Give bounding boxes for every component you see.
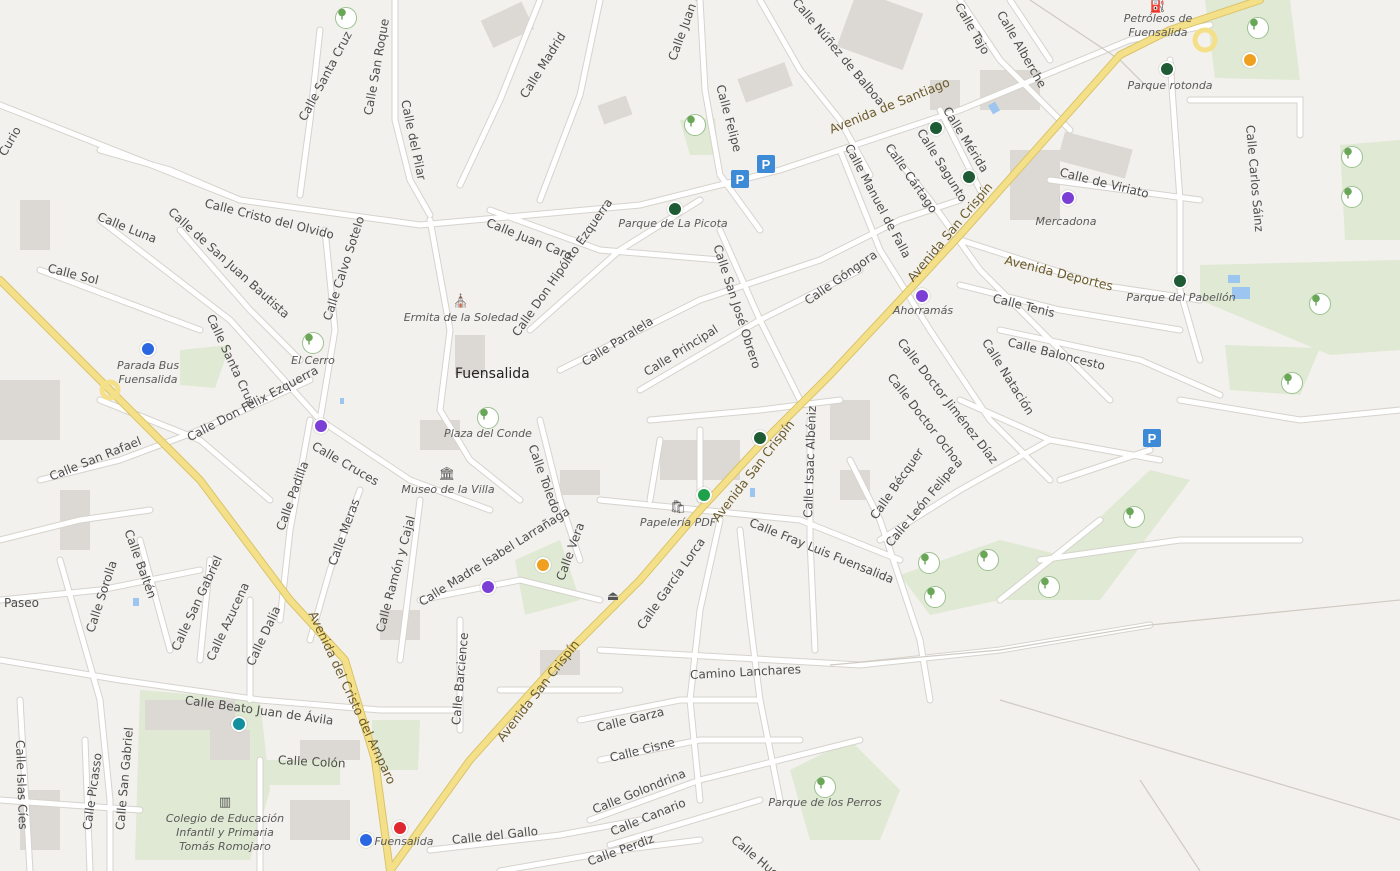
- poi-label: Museo de la Villa: [401, 483, 495, 496]
- park-tree-icon[interactable]: [1123, 506, 1145, 528]
- poi-label: Parque de La Picota: [618, 217, 728, 230]
- school-icon[interactable]: ▥: [217, 794, 233, 810]
- marker-parada-bus[interactable]: [140, 341, 156, 357]
- park-tree-icon[interactable]: [684, 114, 706, 136]
- park-tree-icon[interactable]: [335, 7, 357, 29]
- poi-label: Fuensalida: [374, 835, 434, 848]
- parking-icon[interactable]: P: [731, 170, 749, 188]
- poi-label: Parque del Pabellón: [1126, 291, 1236, 304]
- shop-icon[interactable]: 🛍: [670, 499, 687, 515]
- poi-label: Parque de los Perros: [768, 796, 882, 809]
- marker-purple-madre[interactable]: [480, 579, 496, 595]
- park-tree-icon[interactable]: [1309, 293, 1331, 315]
- parking-icon[interactable]: P: [757, 155, 775, 173]
- museum-icon[interactable]: 🏛: [439, 466, 456, 482]
- marker-papeleria[interactable]: [696, 487, 712, 503]
- marker-fuensalida-red[interactable]: [392, 820, 408, 836]
- marker-ahorramas[interactable]: [914, 288, 930, 304]
- parking-icon[interactable]: P: [1143, 429, 1161, 447]
- park-tree-icon[interactable]: [1038, 576, 1060, 598]
- marker-orange-vera[interactable]: [535, 557, 551, 573]
- chapel-icon[interactable]: ⛪: [453, 293, 469, 309]
- marker-orange-ne[interactable]: [1242, 52, 1258, 68]
- marker-fuensalida-blue[interactable]: [358, 832, 374, 848]
- fuel-icon[interactable]: ⛽: [1150, 0, 1166, 14]
- poi-label: Parada Bus Fuensalida: [116, 359, 180, 386]
- marker-park-merida[interactable]: [961, 169, 977, 185]
- park-tree-icon[interactable]: [1247, 17, 1269, 39]
- poi-label: Papelería PDF: [639, 516, 717, 529]
- poi-label: Parque rotonda: [1127, 79, 1213, 92]
- park-tree-icon[interactable]: [1341, 186, 1363, 208]
- park-tree-icon[interactable]: [924, 586, 946, 608]
- tracks: [829, 0, 1400, 871]
- poi-label: Mercadona: [1035, 215, 1097, 228]
- marker-parque-picota[interactable]: [667, 201, 683, 217]
- marker-parque-rotonda[interactable]: [1159, 61, 1175, 77]
- poi-label: Colegio de Educación Infantil y Primaria…: [165, 812, 285, 853]
- marker-parque-pabellon[interactable]: [1172, 273, 1188, 289]
- marker-park-avenida[interactable]: [752, 430, 768, 446]
- park-tree-icon[interactable]: [977, 549, 999, 571]
- poi-label: Ahorramás: [892, 304, 954, 317]
- marker-mercadona[interactable]: [1060, 190, 1076, 206]
- park-tree-icon[interactable]: [477, 407, 499, 429]
- marker-purple-cruces[interactable]: [313, 418, 329, 434]
- park-tree-icon[interactable]: [1341, 146, 1363, 168]
- park-tree-icon[interactable]: [918, 552, 940, 574]
- poi-label: Petróleos de Fuensalida: [1123, 12, 1193, 39]
- street-label: Paseo: [4, 596, 40, 610]
- park-tree-icon[interactable]: [814, 776, 836, 798]
- park-tree-icon[interactable]: [302, 332, 324, 354]
- poi-label: Ermita de la Soledad: [403, 311, 519, 324]
- marker-park-santiago[interactable]: [928, 120, 944, 136]
- marker-teal-colegio[interactable]: [231, 716, 247, 732]
- town-label: Fuensalida: [455, 366, 530, 382]
- map-canvas[interactable]: Calle Santa Cruz Calle San Roque Calle del…: [0, 0, 1400, 871]
- bus-stop-icon[interactable]: ⏏: [605, 588, 621, 604]
- poi-label: El Cerro: [291, 354, 335, 367]
- poi-label: Plaza del Conde: [444, 427, 532, 440]
- park-tree-icon[interactable]: [1281, 372, 1303, 394]
